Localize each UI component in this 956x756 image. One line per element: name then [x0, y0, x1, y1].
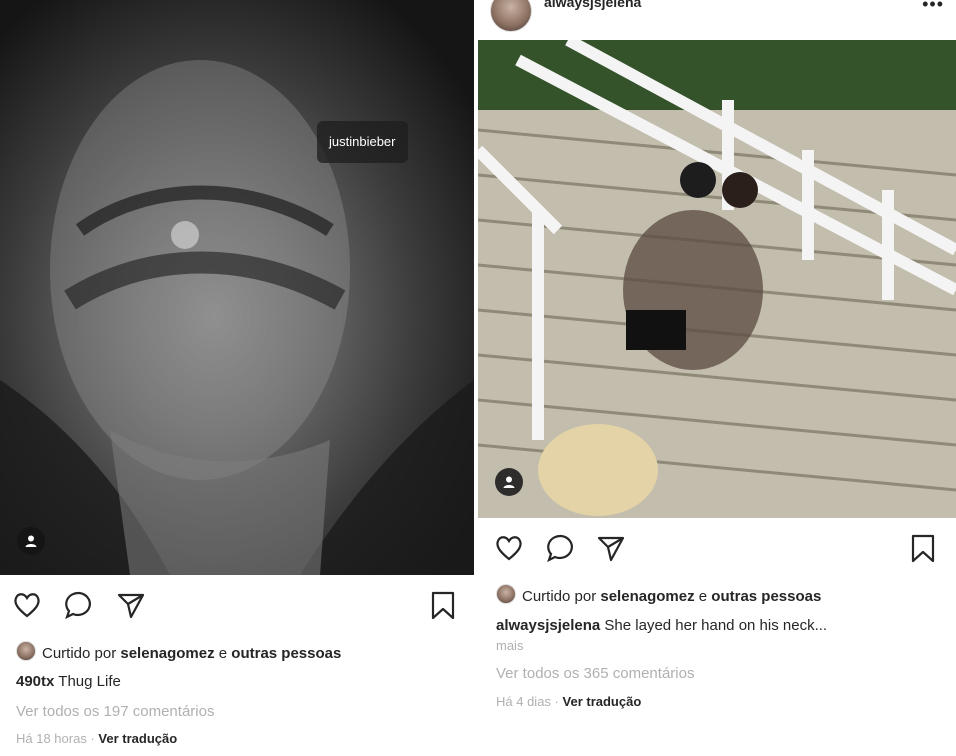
- user-icon: [25, 535, 37, 547]
- liked-by-line: Curtido por selenagomez e outras pessoas: [16, 641, 341, 662]
- caption-username[interactable]: 490tx: [16, 673, 54, 690]
- timestamp-line: Há 4 dias · Ver tradução: [496, 694, 641, 709]
- liked-join: e: [698, 588, 708, 605]
- tagged-people-button[interactable]: [17, 527, 45, 555]
- more-options-icon[interactable]: •••: [922, 0, 944, 15]
- poster-avatar[interactable]: [490, 0, 532, 32]
- caption-text: She layed her hand on his neck...: [604, 617, 828, 634]
- view-comments-link[interactable]: Ver todos os 365 comentários: [496, 665, 694, 682]
- post-time: Há 4 dias: [496, 694, 551, 709]
- photo-stairs-illustration: [478, 40, 956, 518]
- caption: 490tx Thug Life: [16, 673, 121, 690]
- liked-prefix: Curtido por: [522, 588, 597, 605]
- caption: alwaysjsjelena She layed her hand on his…: [496, 617, 827, 634]
- liked-prefix: Curtido por: [42, 645, 117, 662]
- heart-icon[interactable]: [494, 533, 524, 563]
- liked-others-link[interactable]: outras pessoas: [231, 645, 341, 662]
- comment-icon[interactable]: [64, 590, 94, 620]
- translate-link[interactable]: Ver tradução: [98, 731, 177, 746]
- poster-username[interactable]: alwaysjsjelena: [544, 0, 641, 10]
- caption-username[interactable]: alwaysjsjelena: [496, 617, 600, 634]
- user-icon: [503, 476, 515, 488]
- more-link[interactable]: mais: [496, 638, 523, 653]
- heart-icon[interactable]: [12, 590, 42, 620]
- comment-icon[interactable]: [546, 533, 576, 563]
- liked-user-link[interactable]: selenagomez: [120, 645, 214, 662]
- action-bar-left: [0, 590, 474, 630]
- liker-avatar[interactable]: [16, 641, 36, 661]
- timestamp-line: Há 18 horas · Ver tradução: [16, 731, 177, 746]
- view-comments-link[interactable]: Ver todos os 197 comentários: [16, 703, 214, 720]
- post-photo-right[interactable]: [478, 40, 956, 518]
- action-bar-right: [478, 533, 956, 573]
- post-time: Há 18 horas: [16, 731, 87, 746]
- bookmark-icon[interactable]: [428, 590, 458, 620]
- separator-dot: ·: [554, 694, 559, 709]
- send-icon[interactable]: [116, 590, 146, 620]
- liker-avatar[interactable]: [496, 584, 516, 604]
- photo-tattoo-illustration: [0, 60, 474, 575]
- bookmark-icon[interactable]: [908, 533, 938, 563]
- tagged-people-button[interactable]: [495, 468, 523, 496]
- photo-tag-label[interactable]: justinbieber: [317, 121, 408, 163]
- separator-dot: ·: [90, 731, 95, 746]
- post-header: alwaysjsjelena •••: [478, 0, 956, 40]
- translate-link[interactable]: Ver tradução: [563, 694, 642, 709]
- liked-join: e: [218, 645, 228, 662]
- caption-text: Thug Life: [58, 673, 121, 690]
- post-right: alwaysjsjelena ••• Curtido por selenagom…: [478, 0, 956, 756]
- liked-by-line: Curtido por selenagomez e outras pessoas: [496, 584, 821, 605]
- liked-user-link[interactable]: selenagomez: [600, 588, 694, 605]
- liked-others-link[interactable]: outras pessoas: [711, 588, 821, 605]
- send-icon[interactable]: [596, 533, 626, 563]
- post-left: justinbieber Curtido por selenagomez e o…: [0, 0, 474, 756]
- post-photo-left[interactable]: justinbieber: [0, 0, 474, 575]
